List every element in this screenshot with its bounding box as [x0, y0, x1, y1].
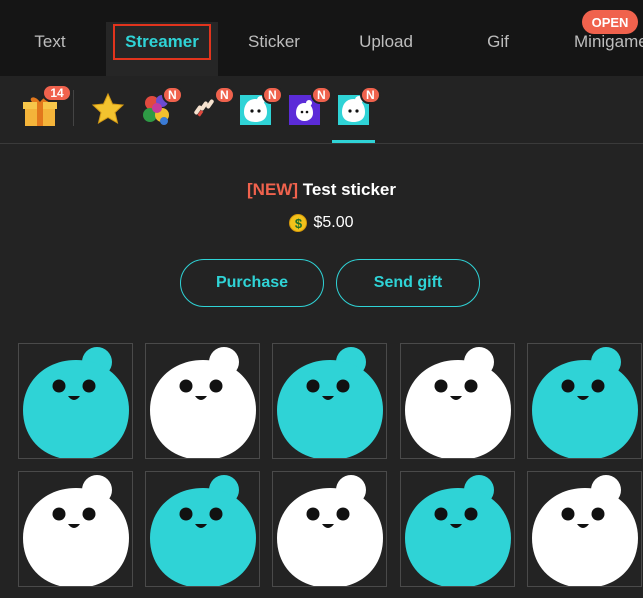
- hands-sticker-pack-icon[interactable]: N: [190, 86, 235, 127]
- star-icon[interactable]: [90, 91, 126, 127]
- blob-sticker-icon: [23, 475, 129, 586]
- tab-gif[interactable]: Gif: [446, 22, 550, 76]
- blob-sticker-icon: [405, 347, 511, 458]
- flower-pack-badge: N: [162, 86, 183, 104]
- sticker-cell[interactable]: [272, 343, 387, 459]
- selected-pack-badge: N: [360, 86, 381, 104]
- blob-sticker-icon: [277, 475, 383, 586]
- gift-badge: 14: [42, 84, 72, 102]
- sticker-cell[interactable]: [527, 471, 642, 587]
- sticker-title: [NEW] Test sticker: [0, 180, 643, 200]
- sticker-cell[interactable]: [400, 343, 515, 459]
- tab-sticker[interactable]: Sticker: [222, 22, 326, 76]
- blob-sticker-icon: [277, 347, 383, 458]
- blob-sticker-icon: [532, 475, 638, 586]
- sticker-price: $ $5.00: [0, 214, 643, 232]
- blob-pack-badge: N: [262, 86, 283, 104]
- blob-sticker-icon: [405, 475, 511, 586]
- purple-sticker-pack-icon[interactable]: N: [289, 86, 332, 127]
- blob-sticker-icon: [532, 347, 638, 458]
- sticker-cell[interactable]: [145, 343, 260, 459]
- selected-pack-indicator: [332, 140, 375, 143]
- new-tag: [NEW]: [247, 180, 298, 199]
- send-gift-button[interactable]: Send gift: [336, 259, 480, 307]
- gift-icon[interactable]: 14: [22, 84, 72, 128]
- blob-sticker-pack-selected-icon[interactable]: N: [338, 86, 381, 127]
- tab-text[interactable]: Text: [0, 22, 100, 76]
- open-badge: OPEN: [582, 10, 638, 34]
- coin-icon: $: [289, 214, 308, 232]
- sticker-cell[interactable]: [527, 343, 642, 459]
- blob-sticker-icon: [23, 347, 129, 458]
- sticker-cell[interactable]: [400, 471, 515, 587]
- sticker-pack-bar: 14 N N N N N: [0, 76, 643, 144]
- sticker-cell[interactable]: [18, 471, 133, 587]
- sticker-cell[interactable]: [18, 343, 133, 459]
- blob-sticker-icon: [150, 347, 256, 458]
- top-tab-bar: Text Streamer Sticker Upload Gif Minigam…: [0, 0, 643, 76]
- divider: [73, 90, 74, 126]
- flower-sticker-pack-icon[interactable]: N: [140, 86, 183, 127]
- price-value: $5.00: [313, 214, 354, 231]
- sticker-name: Test sticker: [302, 180, 396, 199]
- purchase-button[interactable]: Purchase: [180, 259, 324, 307]
- sticker-cell[interactable]: [145, 471, 260, 587]
- purple-pack-badge: N: [311, 86, 332, 104]
- tab-upload[interactable]: Upload: [334, 22, 438, 76]
- hands-pack-badge: N: [214, 86, 235, 104]
- tab-streamer[interactable]: Streamer: [106, 22, 218, 76]
- sticker-cell[interactable]: [272, 471, 387, 587]
- blob-sticker-icon: [150, 475, 256, 586]
- blob-sticker-pack-icon[interactable]: N: [240, 86, 283, 127]
